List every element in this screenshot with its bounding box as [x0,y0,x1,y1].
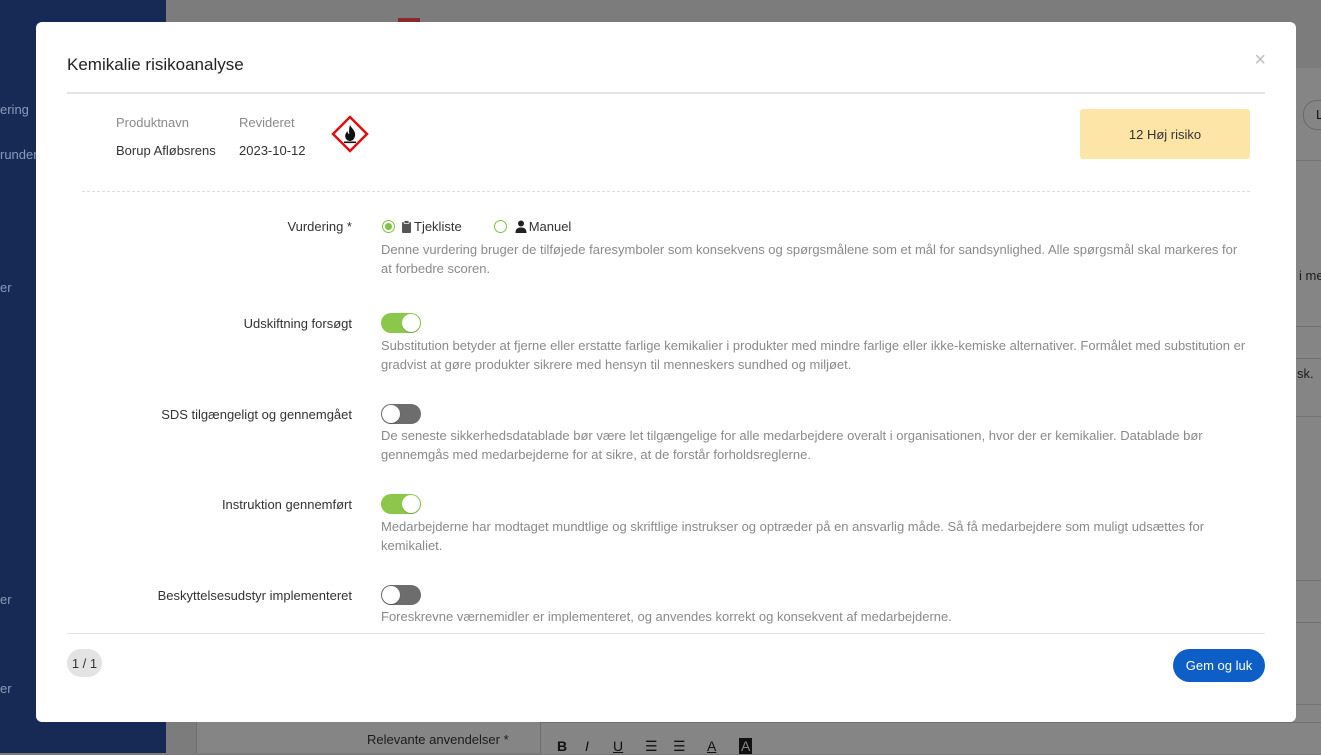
radio-manual[interactable] [493,220,507,233]
product-name-value: Borup Afløbsrens [116,143,216,158]
save-and-close-button[interactable]: Gem og luk [1173,649,1265,682]
question-description-sds: De seneste sikkerhedsdatablade bør være … [381,428,1203,462]
section-divider [82,191,1250,192]
radio-option-manual[interactable]: Manuel [493,219,572,234]
underline-icon: U [613,738,624,754]
italic-icon: I [585,738,589,754]
highlight-color-icon: A [739,738,753,754]
bg-sidebar-item: runder [0,147,38,162]
risk-analysis-modal: Kemikalie risikoanalyse × Produktnavn Bo… [36,22,1296,722]
bg-text: i me [1299,268,1321,283]
ordered-list-icon: ☰ [645,738,658,754]
text-color-icon: A [707,738,717,754]
revised-value: 2023-10-12 [239,143,306,158]
bullet-list-icon: ☰ [673,738,686,754]
toggle-protective-equipment[interactable] [381,585,421,605]
revised-label: Revideret [239,115,295,130]
bg-sidebar-item: er [0,681,12,696]
question-description-protective-equipment: Foreskrevne værnemidler er implementeret… [381,609,952,624]
assessment-radio-group: Tjekliste Manuel [382,219,603,234]
risk-badge: 12 Høj risiko [1080,109,1250,159]
assessment-label: Vurdering * [287,219,352,234]
question-description-substitution: Substitution betyder at fjerne eller ers… [381,338,1246,372]
bg-sidebar-item: er [0,592,12,607]
radio-checklist[interactable] [382,220,395,233]
bg-text: sk. [1297,366,1314,381]
modal-title: Kemikalie risikoanalyse [67,55,244,74]
bold-icon: B [557,738,568,754]
toggle-instruction[interactable] [381,494,421,514]
bg-editor-toolbar: B I U ☰ ☰ A A [540,722,1321,754]
bg-sidebar-item: ering [0,102,29,117]
radio-manual-label: Manuel [528,219,572,234]
product-name-label: Produktnavn [116,115,189,130]
person-icon [515,220,527,233]
pager-badge: 1 / 1 [67,649,102,677]
close-button[interactable]: × [1254,50,1266,70]
toggle-sds[interactable] [381,404,421,424]
flame-hazard-icon [330,114,370,154]
question-description-instruction: Medarbejderne har modtaget mundtlige og … [381,519,1205,553]
assessment-description: Denne vurdering bruger de tilføjede fare… [381,242,1238,276]
toggle-substitution[interactable] [381,313,421,333]
question-label-substitution: Udskiftning forsøgt [243,316,352,331]
question-label-sds: SDS tilgængeligt og gennemgået [161,407,352,422]
bg-field-label: Relevante anvendelser * [367,732,509,747]
bg-round-button-label: L [1316,107,1321,122]
radio-option-checklist[interactable]: Tjekliste [382,219,462,234]
clipboard-icon [402,220,411,233]
question-label-instruction: Instruktion gennemført [221,497,352,512]
radio-checklist-label: Tjekliste [414,219,462,234]
bg-sidebar-item: er [0,280,12,295]
question-label-protective-equipment: Beskyttelsesudstyr implementeret [157,588,352,603]
footer-divider [67,633,1265,634]
title-divider [67,92,1265,94]
